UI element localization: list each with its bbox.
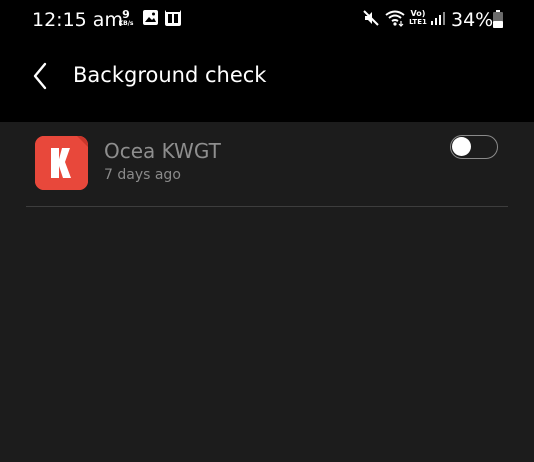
page-title: Background check [73,63,267,87]
toggle-knob [452,137,471,156]
signal-icon [430,11,446,30]
app-name: Ocea KWGT [104,139,221,163]
volte-lte-icon: Vo) LTE1 [407,9,429,26]
divider [26,206,508,207]
gallery-icon [142,9,159,30]
net-speed-unit: KB/s [118,20,134,27]
mute-icon [362,9,380,31]
app-bar: Background check [0,40,534,122]
status-time: 12:15 am [32,9,123,31]
background-toggle[interactable] [450,135,498,159]
battery-icon [492,10,504,33]
kwgt-app-icon [35,136,88,190]
lte-label: LTE1 [409,18,427,26]
list-item[interactable]: Ocea KWGT 7 days ago [26,122,508,206]
back-button[interactable] [22,58,58,94]
battery-percent: 34% [451,9,494,31]
chevron-left-icon [33,62,47,90]
status-bar: 12:15 am 9 KB/s Vo) LTE1 34% [0,0,534,40]
phone-storage-icon [164,9,182,31]
screen: 12:15 am 9 KB/s Vo) LTE1 34% Background … [0,0,534,462]
volte-label: Vo) [410,9,426,18]
app-list: Ocea KWGT 7 days ago [0,122,534,462]
net-speed-value: 9 [122,8,130,21]
app-last-used: 7 days ago [104,167,181,183]
wifi-icon [384,9,406,31]
net-speed-indicator: 9 KB/s [115,9,137,27]
